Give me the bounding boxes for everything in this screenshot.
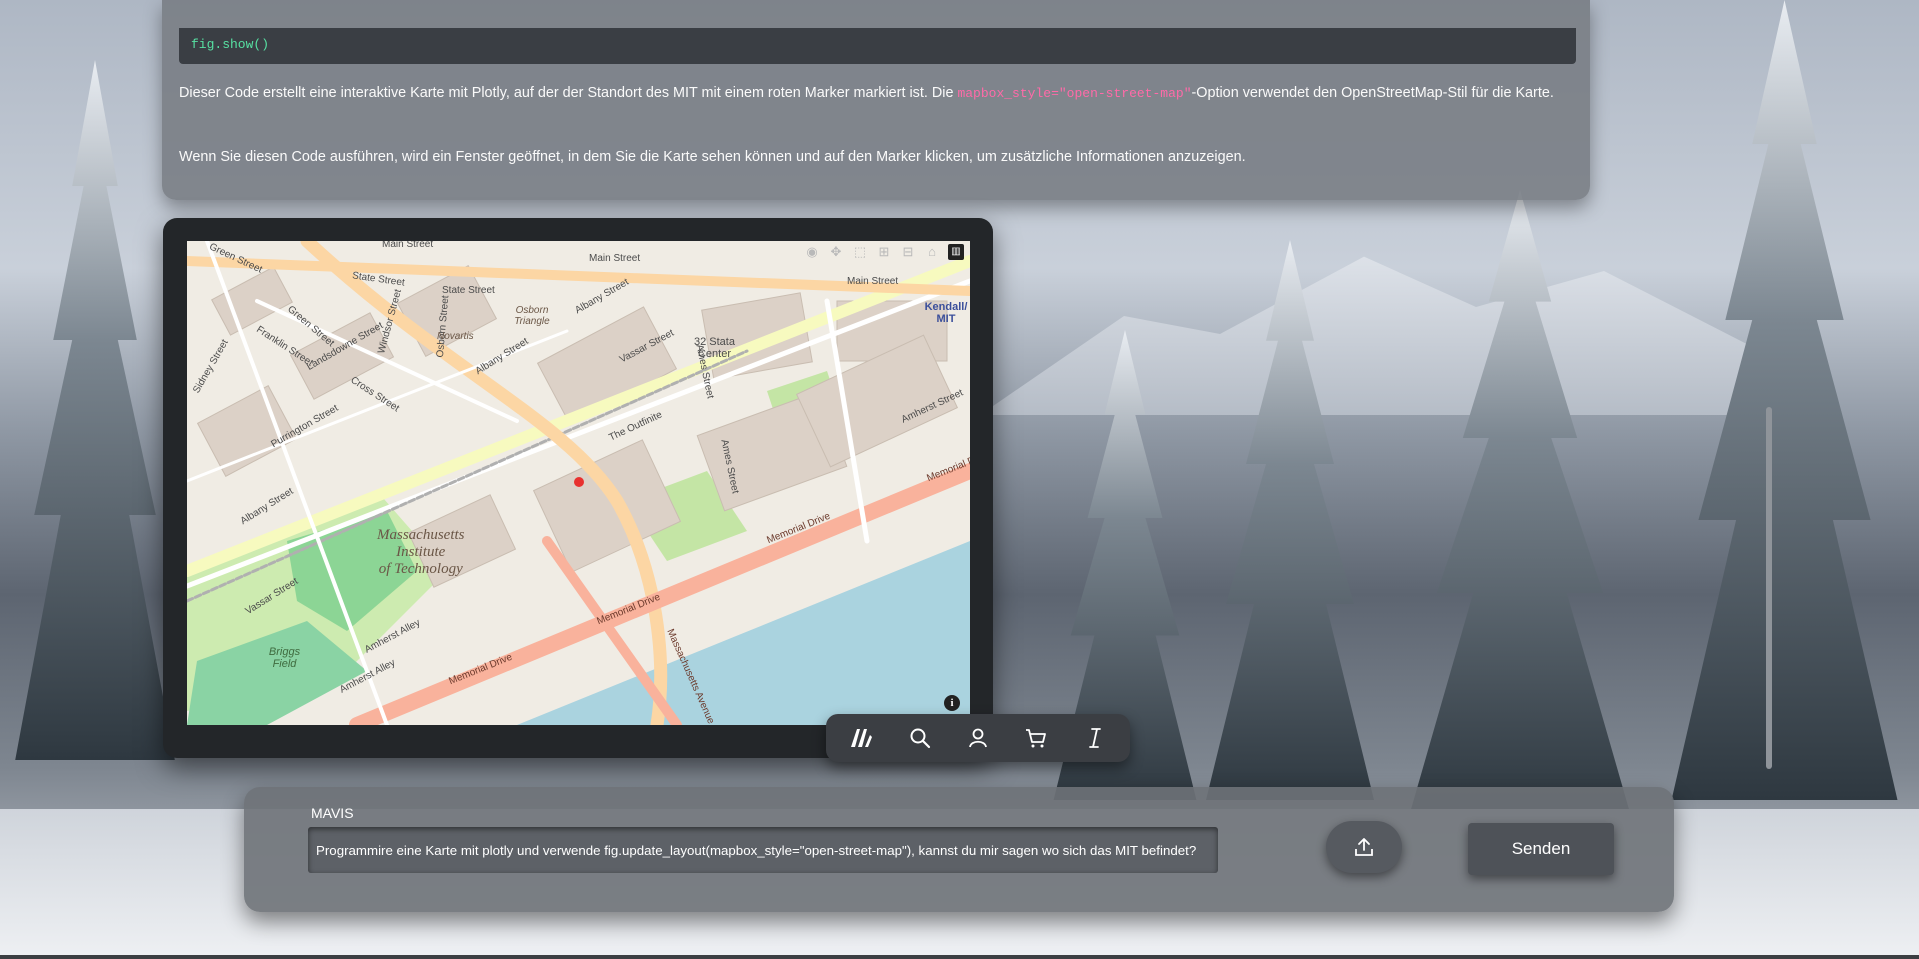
chat-input-panel: MAVIS Senden [244,787,1674,912]
code-line: fig.show() [191,37,270,52]
send-button[interactable]: Senden [1468,823,1614,875]
zoom-in-icon[interactable]: ⊞ [876,244,892,260]
reset-icon[interactable]: ⌂ [924,244,940,260]
assistant-answer-panel: fig.show() Dieser Code erstellt eine int… [162,0,1590,200]
place-label: Osborn Triangle [514,305,550,327]
window-bottom-edge [0,955,1919,959]
mountain-range [980,256,1780,415]
floating-toolbar [826,714,1130,762]
answer-paragraph-1: Dieser Code erstellt eine interaktive Ka… [179,81,1569,106]
street-label: Main Street [382,241,434,250]
street-label: State Street [442,285,495,296]
text-cursor-icon[interactable] [1077,720,1113,756]
upload-button[interactable] [1326,821,1402,873]
logo-icon[interactable] [843,720,879,756]
camera-icon[interactable]: ◉ [804,244,820,260]
answer-text-segment: -Option verwendet den OpenStreetMap-Stil… [1191,85,1554,101]
street-label: Main Street [589,253,641,264]
mit-place-label: Massachusetts Institute of Technology [377,527,465,577]
openstreetmap-map[interactable]: Main Street Main Street Main Street Stat… [187,241,970,725]
user-icon[interactable] [960,720,996,756]
place-label: Kendall/ MIT [924,301,968,325]
zoom-out-icon[interactable]: ⊟ [900,244,916,260]
place-label: Briggs Field [268,646,301,670]
place-label: Novartis [437,331,474,342]
plotly-modebar: ◉ ✥ ⬚ ⊞ ⊟ ⌂ ▥ [804,244,964,260]
page-scrollbar[interactable] [1766,407,1772,769]
upload-icon [1355,838,1373,856]
answer-paragraph-2: Wenn Sie diesen Code ausführen, wird ein… [179,149,1246,165]
code-block: fig.show() [179,28,1576,64]
mit-marker [574,477,584,487]
street-label: Main Street [847,276,899,287]
inline-code: mapbox_style="open-street-map" [957,86,1192,101]
chat-message-input[interactable] [308,827,1218,873]
info-icon[interactable]: i [944,695,960,711]
chat-input-label: MAVIS [311,805,354,821]
search-icon[interactable] [902,720,938,756]
plotly-logo-icon[interactable]: ▥ [948,244,964,260]
zoom-box-icon[interactable]: ⬚ [852,244,868,260]
place-label: 32 Stata Center [694,336,735,360]
pan-icon[interactable]: ✥ [828,244,844,260]
cart-icon[interactable] [1018,720,1054,756]
answer-text-segment: Dieser Code erstellt eine interaktive Ka… [179,85,958,101]
